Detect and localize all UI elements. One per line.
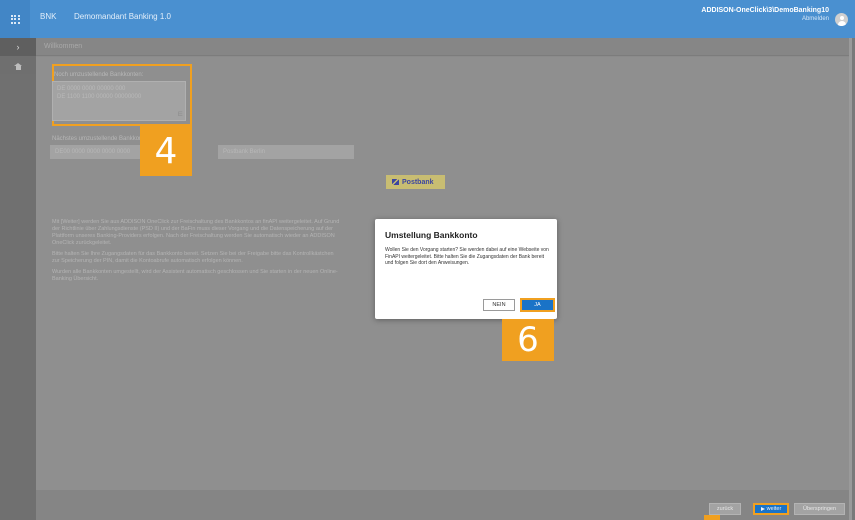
next-button[interactable]: weiter [753, 503, 789, 515]
no-button[interactable]: NEIN [483, 299, 515, 311]
next-account-label: Nächstes umzustellende Bankkonto: [52, 136, 150, 142]
home-icon [14, 62, 22, 70]
breadcrumb[interactable]: Willkommen [36, 38, 852, 56]
wizard-footer: zurück weiter Überspringen [36, 490, 852, 520]
accounts-line: DE 0000 0000 00000 000 [57, 86, 126, 92]
app-title: Demomandant Banking 1.0 [74, 12, 171, 21]
highlight-stub [704, 515, 720, 520]
play-icon [760, 507, 765, 511]
bank-logo: Postbank [386, 175, 445, 189]
nav-home-button[interactable] [0, 58, 36, 74]
logout-link[interactable]: Abmelden [701, 16, 829, 22]
step-marker-b: 6 [502, 319, 554, 361]
avatar[interactable] [835, 13, 848, 26]
apps-grid-icon [10, 14, 20, 24]
avatar-icon [839, 15, 844, 20]
postbank-logo-icon [392, 179, 399, 185]
info-paragraph: Wurden alle Bankkonten umgestellt, wird … [52, 269, 338, 282]
accounts-line: DE 1100 1100 00000 00000000 [57, 94, 142, 100]
accounts-label: Noch umzustellende Bankkonten: [54, 72, 144, 78]
accounts-textarea[interactable]: DE 0000 0000 00000 000 DE 1100 1100 0000… [52, 81, 186, 121]
nav-expand-button[interactable]: › [0, 38, 36, 56]
info-paragraph: Bitte halten Sie Ihre Zugangsdaten für d… [52, 251, 334, 264]
info-paragraph: Mit [Weiter] werden Sie aus ADDISON OneC… [52, 219, 340, 246]
brand-label: BNK [40, 12, 57, 21]
scrollbar[interactable] [849, 38, 852, 520]
bank-name-field: Postbank Berlin [218, 145, 354, 159]
bank-logo-text: Postbank [402, 178, 434, 186]
skip-button[interactable]: Überspringen [794, 503, 845, 515]
yes-button[interactable]: JA [520, 298, 555, 312]
resize-grip-icon[interactable]: ⋿ [178, 111, 183, 119]
dialog-title: Umstellung Bankkonto [385, 230, 478, 240]
left-nav: › [0, 38, 36, 520]
step-marker-a: 4 [140, 126, 192, 176]
back-button[interactable]: zurück [709, 503, 741, 515]
next-button-label: weiter [766, 506, 782, 512]
nav-background [0, 74, 36, 520]
dialog-text: Wollen Sie den Vorgang starten? Sie werd… [385, 247, 549, 266]
user-menu[interactable]: ADDISON-OneClick\3\DemoBanking10 Abmelde… [701, 7, 829, 22]
user-name: ADDISON-OneClick\3\DemoBanking10 [701, 7, 829, 14]
chevron-right-icon: › [16, 42, 20, 52]
next-account-field: DE00 0000 0000 0000 0000 [50, 145, 142, 159]
confirm-dialog: Umstellung Bankkonto Wollen Sie den Vorg… [375, 219, 557, 319]
apps-grid-button[interactable] [0, 0, 30, 38]
info-text: Mit [Weiter] werden Sie aus ADDISON OneC… [52, 219, 340, 287]
top-bar: BNK Demomandant Banking 1.0 ADDISON-OneC… [0, 0, 855, 38]
